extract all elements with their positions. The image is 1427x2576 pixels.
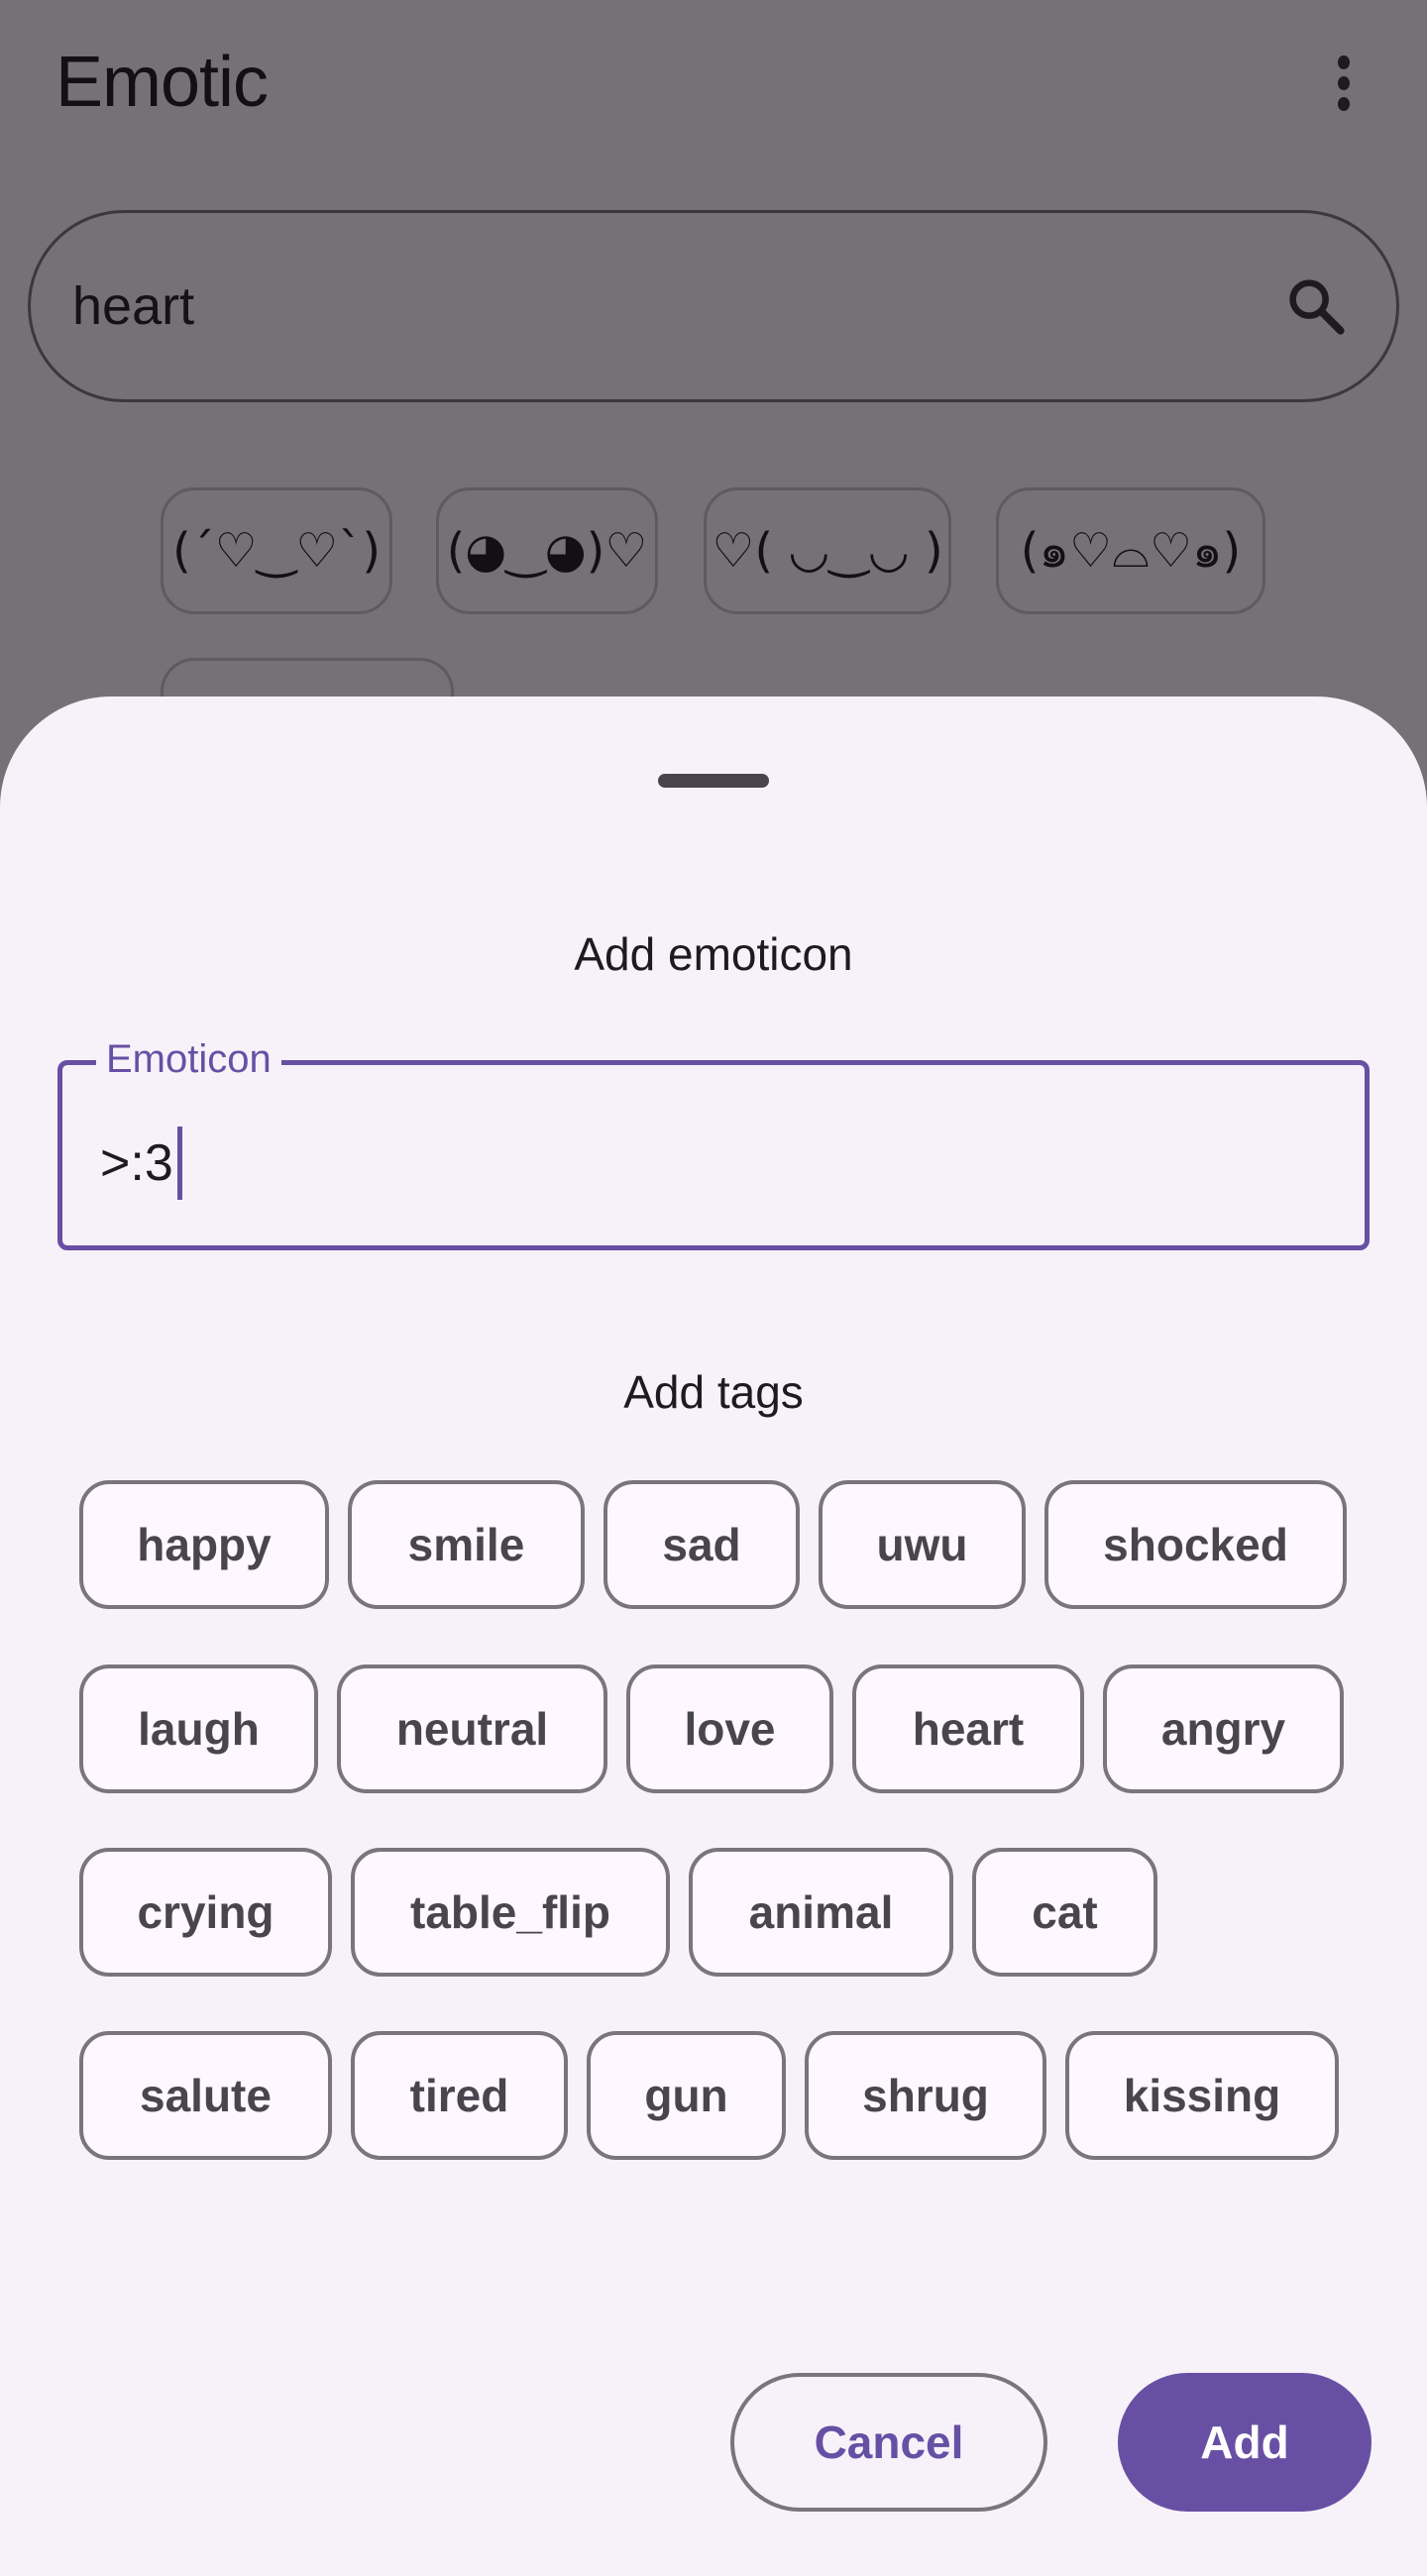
tag-chip-gun[interactable]: gun [587, 2031, 786, 2160]
text-caret [176, 1127, 182, 1200]
tag-chip-crying[interactable]: crying [79, 1848, 332, 1977]
more-vert-icon-dot [1338, 76, 1350, 90]
search-bar[interactable] [28, 210, 1399, 402]
tag-chip-kissing[interactable]: kissing [1065, 2031, 1339, 2160]
result-chip[interactable]: (๑♡⌓♡๑) [996, 487, 1265, 614]
tag-chip-animal[interactable]: animal [689, 1848, 953, 1977]
tag-chip-love[interactable]: love [626, 1664, 833, 1793]
emoticon-field[interactable]: Emoticon >:3 [57, 1037, 1370, 1250]
tag-chip-shocked[interactable]: shocked [1044, 1480, 1347, 1609]
result-chip[interactable]: ♡( ◡‿◡ ) [704, 487, 951, 614]
tag-chip-smile[interactable]: smile [348, 1480, 585, 1609]
drag-handle[interactable] [658, 774, 769, 788]
more-vert-icon-dot [1338, 97, 1350, 111]
result-chip[interactable]: (´♡‿♡`) [161, 487, 392, 614]
tag-chip-tired[interactable]: tired [351, 2031, 568, 2160]
emoticon-field-label: Emoticon [96, 1037, 281, 1082]
search-icon[interactable] [1283, 273, 1349, 339]
search-input[interactable] [72, 275, 1162, 337]
tag-chip-laugh[interactable]: laugh [79, 1664, 318, 1793]
more-options-button[interactable] [1318, 48, 1370, 119]
tag-chip-happy[interactable]: happy [79, 1480, 329, 1609]
cancel-button[interactable]: Cancel [730, 2373, 1047, 2512]
app-title: Emotic [55, 43, 269, 122]
tag-chip-angry[interactable]: angry [1103, 1664, 1344, 1793]
result-chip[interactable]: (◕‿◕)♡ [436, 487, 658, 614]
tag-chip-cat[interactable]: cat [972, 1848, 1157, 1977]
tag-chip-shrug[interactable]: shrug [805, 2031, 1046, 2160]
more-vert-icon [1338, 55, 1350, 69]
sheet-title: Add emoticon [574, 928, 853, 980]
tags-title: Add tags [623, 1366, 804, 1418]
tag-chip-heart[interactable]: heart [852, 1664, 1084, 1793]
add-button[interactable]: Add [1118, 2373, 1372, 2512]
emoticon-field-value[interactable]: >:3 [100, 1133, 173, 1193]
tag-chip-uwu[interactable]: uwu [819, 1480, 1026, 1609]
emoticon-field-value-wrap[interactable]: >:3 [100, 1127, 182, 1200]
add-emoticon-sheet: Add emoticon Emoticon >:3 Add tags happy… [0, 697, 1427, 2576]
tag-chip-salute[interactable]: salute [79, 2031, 332, 2160]
tag-chip-table-flip[interactable]: table_flip [351, 1848, 670, 1977]
tag-chip-neutral[interactable]: neutral [337, 1664, 607, 1793]
app-bar: Emotic [0, 0, 1427, 168]
tag-chip-sad[interactable]: sad [604, 1480, 800, 1609]
